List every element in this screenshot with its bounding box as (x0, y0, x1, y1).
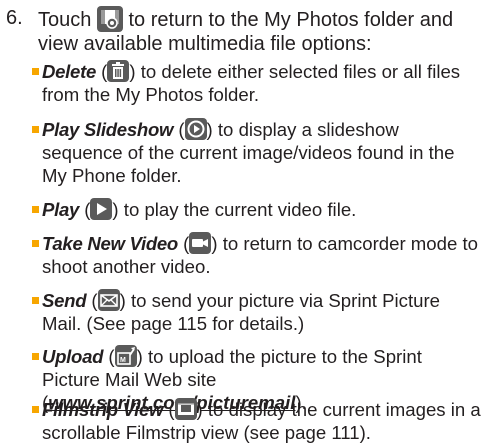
bullet (32, 406, 39, 413)
option-term: Upload (42, 346, 104, 367)
bullet (32, 206, 39, 213)
slideshow-icon (184, 118, 207, 140)
option-text: to play the current video file. (123, 199, 357, 220)
trash-icon (107, 60, 130, 82)
svg-text:M: M (120, 357, 126, 364)
option-send: Send ( ) to send your picture via Sprint… (32, 289, 484, 335)
manual-page: 6. Touch to return to the My Photos fold… (0, 0, 489, 443)
upload-icon: M (114, 345, 137, 367)
option-delete: Delete ( ) to delete either selected fil… (32, 60, 484, 106)
option-term: Delete (42, 61, 97, 82)
option-term: Play Slideshow (42, 119, 174, 140)
bullet (32, 297, 39, 304)
bullet (32, 353, 39, 360)
option-term: Take New Video (42, 233, 178, 254)
step-number: 6. (6, 7, 23, 29)
step-text: Touch to return to the My Photos folder … (38, 6, 484, 56)
bullet (32, 126, 39, 133)
option-text: to delete either selected files or all f… (42, 61, 461, 105)
bullet (32, 240, 39, 247)
media-folder-icon (96, 6, 123, 32)
filmstrip-icon (174, 398, 197, 420)
camcorder-icon (189, 232, 212, 254)
option-term: Play (42, 199, 80, 220)
option-play: Play ( ) to play the current video file. (32, 198, 484, 221)
option-take-new-video: Take New Video ( ) to return to camcorde… (32, 232, 484, 278)
option-play-slideshow: Play Slideshow ( ) to display a slidesho… (32, 118, 484, 187)
step-text-before-icon: Touch (38, 9, 92, 31)
envelope-icon (97, 289, 120, 311)
option-term: Filmstrip View (42, 399, 164, 420)
bullet (32, 68, 39, 75)
option-term: Send (42, 290, 87, 311)
option-filmstrip-view: Filmstrip View ( ) to display the curren… (32, 398, 484, 444)
play-icon (90, 198, 113, 220)
